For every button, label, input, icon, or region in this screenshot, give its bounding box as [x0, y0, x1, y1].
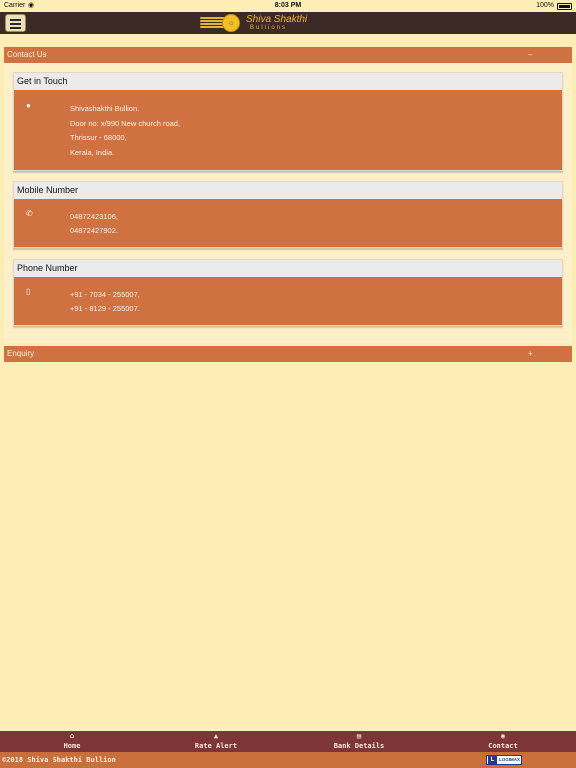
phone-number[interactable]: +91 - 7034 - 255007,	[70, 288, 140, 302]
logo-coin-icon: ☼	[222, 14, 240, 32]
nav-home[interactable]: ⌂ Home	[47, 731, 97, 752]
nav-rate-alert[interactable]: ▲ Rate Alert	[186, 731, 246, 752]
menu-line	[10, 27, 21, 29]
menu-line	[10, 23, 21, 25]
nav-label: Home	[63, 742, 81, 750]
mobile-number-lines: 04872423106, 04872427902.	[70, 210, 118, 237]
brand-subtitle: Bullions	[250, 25, 288, 31]
nav-contact[interactable]: ◉ Contact	[478, 731, 528, 752]
battery-icon	[557, 3, 572, 10]
contact-us-title: Contact Us	[7, 50, 47, 59]
battery-percent: 100%	[536, 2, 554, 9]
mobile-number-card: Mobile Number ✆ 04872423106, 04872427902…	[13, 181, 563, 248]
address-lines: Shivashakthi Bullion. Door no: x/990 New…	[70, 102, 180, 160]
hamburger-menu-button[interactable]	[5, 14, 26, 32]
brand-logo[interactable]: ☼ Shiva Shakthi Bullions	[200, 13, 330, 33]
phone-number[interactable]: +91 - 8129 - 255007.	[70, 302, 140, 316]
developer-logo[interactable]: L LOGIMAX	[486, 755, 522, 765]
card-title: Mobile Number	[14, 182, 562, 199]
address-line: Shivashakthi Bullion.	[70, 104, 140, 113]
clock: 8:03 PM	[274, 2, 302, 9]
address-line: Door no: x/990 New church road,	[70, 118, 181, 128]
nav-label: Rate Alert	[194, 742, 238, 750]
mobile-icon: ▯	[26, 287, 31, 296]
card-title: Phone Number	[14, 260, 562, 277]
get-in-touch-card: Get in Touch ● Shivashakthi Bullion. Doo…	[13, 72, 563, 171]
nav-label: Bank Details	[333, 742, 385, 750]
card-icon: ▤	[356, 732, 362, 740]
map-pin-icon: ●	[26, 101, 31, 110]
app-header: ☼ Shiva Shakthi Bullions	[0, 12, 576, 34]
enquiry-title: Enquiry	[7, 349, 35, 358]
status-bar: Carrier ◉ 8:03 PM 100%	[0, 0, 576, 12]
brand-name: Shiva Shakthi	[246, 14, 308, 25]
phone-number-lines: +91 - 7034 - 255007, +91 - 8129 - 255007…	[70, 288, 140, 315]
phone-number-card: Phone Number ▯ +91 - 7034 - 255007, +91 …	[13, 259, 563, 326]
bottom-navigation: ⌂ Home ▲ Rate Alert ▤ Bank Details ◉ Con…	[0, 731, 576, 752]
collapse-icon[interactable]: –	[528, 47, 532, 63]
logimax-mark-icon: L	[488, 756, 497, 764]
developer-name: LOGIMAX	[499, 757, 520, 762]
mobile-number[interactable]: 04872423106,	[70, 210, 118, 224]
card-title: Get in Touch	[14, 73, 562, 90]
menu-line	[10, 19, 21, 21]
address-line: Thrissur - 68000,	[70, 133, 127, 143]
copyright-text: ©2018 Shiva Shakthi Bullion	[2, 756, 116, 764]
enquiry-accordion-header[interactable]: Enquiry +	[4, 346, 572, 362]
home-icon: ⌂	[69, 732, 75, 740]
mobile-number[interactable]: 04872427902.	[70, 224, 118, 238]
bell-icon: ▲	[213, 732, 219, 740]
phone-icon: ✆	[26, 209, 33, 218]
contact-icon: ◉	[500, 732, 506, 740]
nav-bank-details[interactable]: ▤ Bank Details	[324, 731, 394, 752]
expand-icon[interactable]: +	[528, 346, 533, 362]
contact-us-accordion-header[interactable]: Contact Us –	[4, 47, 572, 63]
address-line: Kerala, India.	[70, 147, 115, 157]
footer: ©2018 Shiva Shakthi Bullion L LOGIMAX	[0, 752, 576, 768]
nav-label: Contact	[488, 742, 518, 750]
